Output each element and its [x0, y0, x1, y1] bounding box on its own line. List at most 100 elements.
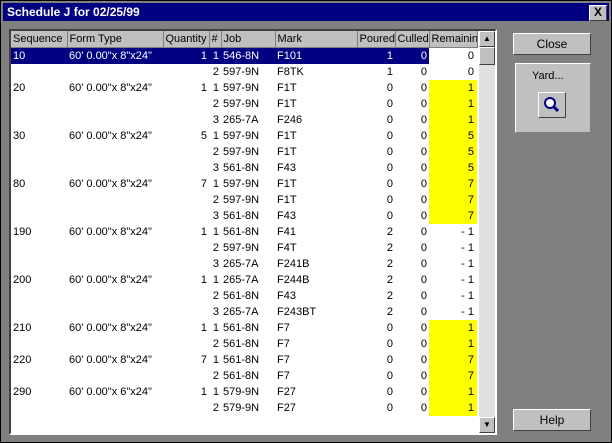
- cell-remaining: 1: [429, 336, 477, 352]
- cell-mark: F43: [277, 210, 296, 222]
- close-button[interactable]: Close: [513, 33, 591, 55]
- help-button[interactable]: Help: [513, 409, 591, 431]
- col-header-quantity[interactable]: Quantity: [163, 31, 210, 48]
- cell-culled: 0: [420, 242, 427, 254]
- cell-job: 597-9N: [223, 242, 260, 254]
- cell-culled: 0: [420, 114, 427, 126]
- arrow-down-icon[interactable]: ▼: [479, 417, 495, 433]
- vertical-scrollbar[interactable]: ▲ ▼: [479, 31, 495, 433]
- cell-poured: 0: [386, 386, 393, 398]
- cell-number: 1: [212, 82, 219, 94]
- cell-quantity: 1: [200, 226, 207, 238]
- cell-sequence: 200: [13, 274, 32, 286]
- cell-form-type: [67, 208, 163, 224]
- table-row[interactable]: 210 60' 0.00"x 8"x24" 1 1 561-8N F7 0 0 1: [11, 320, 477, 336]
- cell-form-type: [67, 160, 163, 176]
- col-header-number[interactable]: #: [209, 31, 222, 48]
- cell-quantity: 1: [163, 47, 209, 64]
- cell-job: 561-8N: [223, 322, 260, 334]
- cell-job: 561-8N: [223, 162, 260, 174]
- cell-quantity: [163, 192, 209, 208]
- table-row[interactable]: 3 265-7A F243BT 2 0 - 1: [11, 304, 477, 320]
- cell-culled: 0: [420, 82, 427, 94]
- col-header-form-type[interactable]: Form Type: [67, 31, 164, 48]
- cell-quantity: [163, 96, 209, 112]
- table-row[interactable]: 290 60' 0.00"x 6"x24" 1 1 579-9N F27 0 0 1: [11, 384, 477, 400]
- cell-culled: 0: [420, 130, 427, 142]
- cell-remaining: 7: [429, 368, 477, 384]
- cell-number: 3: [212, 210, 219, 222]
- schedule-grid[interactable]: Sequence Form Type Quantity # Job Mark P…: [9, 29, 497, 435]
- table-row[interactable]: 3 561-8N F43 0 0 5: [11, 160, 477, 176]
- col-header-culled[interactable]: Culled: [395, 31, 430, 48]
- cell-culled: 0: [420, 274, 427, 286]
- col-header-sequence[interactable]: Sequence: [11, 31, 68, 48]
- cell-number: 1: [209, 47, 221, 64]
- table-row[interactable]: 200 60' 0.00"x 8"x24" 1 1 265-7A F244B 2 0 - 1: [11, 272, 477, 288]
- cell-remaining: 1: [429, 400, 477, 416]
- col-header-remaining[interactable]: Remaining: [429, 31, 478, 48]
- table-row[interactable]: 190 60' 0.00"x 8"x24" 1 1 561-8N F41 2 0 - 1: [11, 224, 477, 240]
- cell-number: 1: [212, 386, 219, 398]
- table-row[interactable]: 2 561-8N F7 0 0 1: [11, 336, 477, 352]
- table-row[interactable]: 80 60' 0.00"x 8"x24" 7 1 597-9N F1T 0 0 7: [11, 176, 477, 192]
- cell-job: 546-8N: [221, 47, 275, 64]
- col-header-job[interactable]: Job: [221, 31, 276, 48]
- cell-mark: F43: [277, 290, 296, 302]
- cell-mark: F7: [277, 354, 290, 366]
- cell-sequence: 20: [13, 82, 26, 94]
- cell-mark: F4T: [277, 242, 297, 254]
- cell-job: 597-9N: [223, 66, 260, 78]
- schedule-window: Schedule J for 02/25/99 X Sequence Form …: [0, 0, 612, 443]
- cell-poured: 0: [386, 98, 393, 110]
- table-row[interactable]: 2 597-9N F1T 0 0 5: [11, 144, 477, 160]
- cell-sequence: 290: [13, 386, 32, 398]
- cell-sequence: 210: [13, 322, 32, 334]
- cell-job: 597-9N: [223, 130, 260, 142]
- cell-job: 265-7A: [223, 114, 259, 126]
- table-row[interactable]: 220 60' 0.00"x 8"x24" 7 1 561-8N F7 0 0 7: [11, 352, 477, 368]
- cell-quantity: [163, 208, 209, 224]
- cell-mark: F101: [275, 47, 357, 64]
- table-row[interactable]: 3 265-7A F246 0 0 1: [11, 112, 477, 128]
- table-row[interactable]: 3 265-7A F241B 2 0 - 1: [11, 256, 477, 272]
- scroll-thumb[interactable]: [479, 47, 495, 65]
- cell-remaining: - 1: [461, 258, 474, 270]
- table-row[interactable]: 2 579-9N F27 0 0 1: [11, 400, 477, 416]
- window-title: Schedule J for 02/25/99: [7, 5, 140, 19]
- col-header-mark[interactable]: Mark: [275, 31, 358, 48]
- cell-poured: 0: [386, 370, 393, 382]
- yard-search-button[interactable]: [538, 92, 566, 118]
- cell-job: 265-7A: [223, 306, 259, 318]
- cell-form-type: [67, 112, 163, 128]
- table-row[interactable]: 2 597-9N F8TK 1 0 0: [11, 64, 477, 80]
- cell-form-type: [67, 256, 163, 272]
- cell-remaining: - 1: [461, 274, 474, 286]
- cell-number: 3: [212, 258, 219, 270]
- window-close-button[interactable]: X: [589, 5, 607, 21]
- arrow-up-icon[interactable]: ▲: [479, 31, 495, 47]
- cell-number: 3: [212, 162, 219, 174]
- cell-quantity: 1: [200, 274, 207, 286]
- table-row[interactable]: 30 60' 0.00"x 8"x24" 5 1 597-9N F1T 0 0 5: [11, 128, 477, 144]
- col-header-poured[interactable]: Poured: [357, 31, 396, 48]
- table-row[interactable]: 2 597-9N F1T 0 0 7: [11, 192, 477, 208]
- table-row[interactable]: 10 60' 0.00"x 8"x24" 1 1 546-8N F101 1 0 0: [11, 47, 477, 64]
- cell-remaining: 0: [467, 66, 474, 78]
- table-row[interactable]: 20 60' 0.00"x 8"x24" 1 1 597-9N F1T 0 0 1: [11, 80, 477, 96]
- cell-job: 597-9N: [223, 146, 260, 158]
- cell-sequence: [11, 240, 67, 256]
- cell-remaining: - 1: [461, 242, 474, 254]
- cell-sequence: [11, 256, 67, 272]
- table-row[interactable]: 2 597-9N F1T 0 0 1: [11, 96, 477, 112]
- cell-mark: F1T: [277, 98, 297, 110]
- table-row[interactable]: 3 561-8N F43 0 0 7: [11, 208, 477, 224]
- table-row[interactable]: 2 561-8N F43 2 0 - 1: [11, 288, 477, 304]
- table-row[interactable]: 2 561-8N F7 0 0 7: [11, 368, 477, 384]
- table-row[interactable]: 2 597-9N F4T 2 0 - 1: [11, 240, 477, 256]
- cell-job: 561-8N: [223, 290, 260, 302]
- cell-mark: F1T: [277, 130, 297, 142]
- cell-mark: F43: [277, 162, 296, 174]
- yard-group: Yard...: [515, 63, 591, 133]
- cell-form-type: 60' 0.00"x 8"x24": [69, 322, 152, 334]
